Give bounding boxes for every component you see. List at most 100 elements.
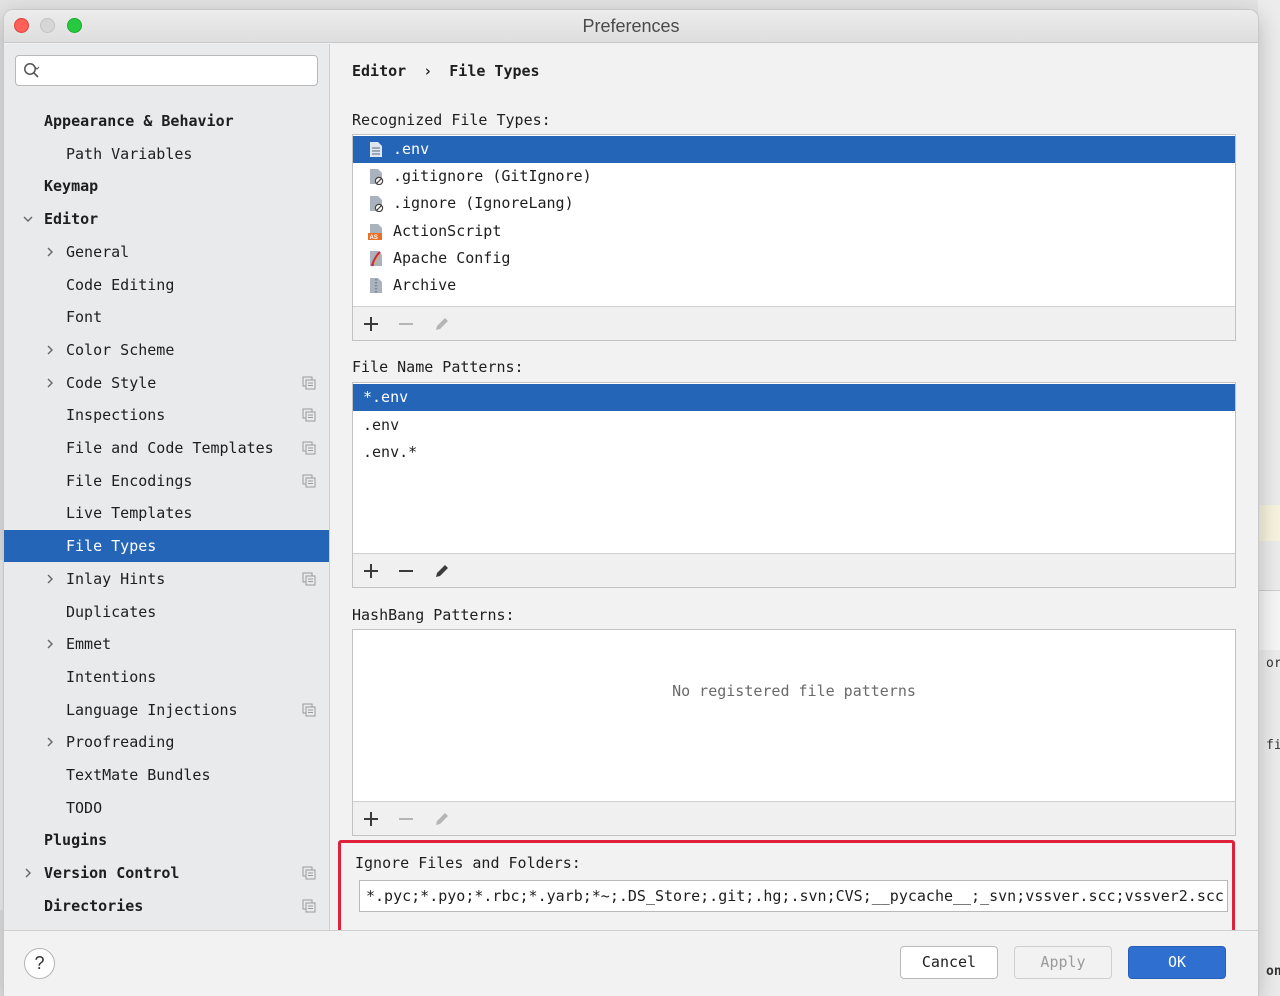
ignore-files-input[interactable]: *.pyc;*.pyo;*.rbc;*.yarb;*~;.DS_Store;.g… — [359, 880, 1228, 912]
sidebar-item[interactable]: Proofreading — [4, 726, 329, 758]
sidebar-item-label: Build, Execution, Deployment — [44, 923, 297, 930]
sidebar-item[interactable]: Intentions — [4, 661, 329, 693]
sidebar-item[interactable]: TODO — [4, 792, 329, 824]
file-type-row[interactable]: Archive — [353, 272, 1235, 299]
chevron-down-icon[interactable] — [22, 213, 34, 225]
background-window-edge: ore fi onT — [1258, 0, 1280, 996]
file-pattern-row[interactable]: .env — [353, 412, 1235, 439]
sidebar-item[interactable]: Build, Execution, Deployment — [4, 923, 329, 930]
apply-button[interactable]: Apply — [1014, 946, 1112, 979]
hashbang-patterns-panel: No registered file patterns — [352, 629, 1236, 836]
sidebar-item[interactable]: Directories — [4, 890, 329, 922]
apache-config-icon — [370, 251, 382, 267]
file-type-name: .ignore (IgnoreLang) — [393, 194, 574, 212]
file-pattern-row[interactable]: *.env — [353, 384, 1235, 411]
file-type-row[interactable]: .gitignore (GitIgnore) — [353, 163, 1235, 190]
sidebar-item[interactable]: Path Variables — [4, 138, 329, 170]
file-type-row[interactable]: AS ActionScript — [353, 218, 1235, 245]
file-type-name: ActionScript — [393, 222, 502, 240]
hashbang-toolbar — [353, 801, 1235, 835]
sidebar-item[interactable]: Appearance & Behavior — [4, 105, 329, 137]
sidebar-item[interactable]: File Types — [4, 530, 329, 562]
project-settings-icon — [302, 572, 316, 586]
sidebar-item[interactable]: Font — [4, 301, 329, 333]
sidebar-item-label: File Types — [66, 537, 157, 555]
sidebar-item-label: Duplicates — [66, 603, 157, 621]
sidebar-item-label: Intentions — [66, 668, 157, 686]
file-type-row[interactable]: Apache Config — [353, 245, 1235, 272]
file-type-name: Apache Config — [393, 249, 511, 267]
add-icon[interactable] — [361, 809, 381, 829]
file-pattern-row[interactable]: .env.* — [353, 439, 1235, 466]
sidebar-item[interactable]: Editor — [4, 203, 329, 235]
ok-button[interactable]: OK — [1128, 946, 1226, 979]
ignore-file-icon — [370, 196, 384, 212]
sidebar-item[interactable]: Language Injections — [4, 694, 329, 726]
settings-sidebar: Appearance & Behavior Path Variables Keyma… — [4, 44, 330, 930]
recognized-toolbar — [353, 306, 1235, 340]
sidebar-item[interactable]: Plugins — [4, 824, 329, 856]
edit-icon[interactable] — [432, 561, 452, 581]
chevron-right-icon[interactable] — [44, 573, 56, 585]
recognized-file-types-panel: .env .gitignore (GitIgnore) .ignore (Ignor… — [352, 134, 1236, 341]
background-text: ore — [1266, 656, 1280, 671]
add-icon[interactable] — [361, 314, 381, 334]
breadcrumb-current: File Types — [449, 62, 540, 80]
background-highlight-stripe — [1258, 505, 1280, 541]
sidebar-item[interactable]: File and Code Templates — [4, 432, 329, 464]
sidebar-item[interactable]: File Encodings — [4, 465, 329, 497]
help-button[interactable]: ? — [24, 948, 55, 979]
project-settings-icon — [302, 474, 316, 488]
sidebar-item[interactable]: Version Control — [4, 857, 329, 889]
empty-list-text: No registered file patterns — [672, 682, 916, 700]
sidebar-item[interactable]: Inlay Hints — [4, 563, 329, 595]
breadcrumb-parent[interactable]: Editor — [352, 62, 406, 80]
sidebar-item[interactable]: Color Scheme — [4, 334, 329, 366]
sidebar-item[interactable]: Code Editing — [4, 269, 329, 301]
sidebar-item-label: File Encodings — [66, 472, 193, 490]
file-type-row[interactable]: .ignore (IgnoreLang) — [353, 190, 1235, 217]
chevron-right-icon[interactable] — [44, 246, 56, 258]
window-title: Preferences — [582, 16, 680, 36]
file-type-row[interactable]: .env — [353, 136, 1235, 163]
sidebar-item[interactable]: Keymap — [4, 170, 329, 202]
remove-icon[interactable] — [396, 561, 416, 581]
sidebar-item[interactable]: General — [4, 236, 329, 268]
sidebar-item-label: Code Style — [66, 374, 157, 392]
sidebar-item-label: Inspections — [66, 406, 166, 424]
file-name-patterns-label: File Name Patterns: — [352, 358, 524, 376]
sidebar-item-label: Path Variables — [66, 145, 193, 163]
add-icon[interactable] — [361, 561, 381, 581]
chevron-right-icon[interactable] — [44, 377, 56, 389]
hashbang-patterns-label: HashBang Patterns: — [352, 606, 515, 624]
ignore-files-highlight: Ignore Files and Folders: *.pyc;*.pyo;*.… — [338, 840, 1235, 933]
background-panel-stripe — [1258, 590, 1280, 650]
remove-icon[interactable] — [396, 809, 416, 829]
sidebar-item-label: TextMate Bundles — [66, 766, 211, 784]
sidebar-item[interactable]: TextMate Bundles — [4, 759, 329, 791]
file-type-name: Archive — [393, 276, 457, 294]
breadcrumb: Editor › File Types — [352, 62, 540, 80]
edit-icon[interactable] — [432, 314, 452, 334]
cancel-button[interactable]: Cancel — [900, 946, 998, 979]
edit-icon[interactable] — [432, 809, 452, 829]
sidebar-item[interactable]: Live Templates — [4, 497, 329, 529]
search-icon — [24, 63, 40, 78]
title-bar[interactable]: Preferences — [4, 10, 1258, 43]
chevron-right-icon[interactable] — [44, 736, 56, 748]
remove-icon[interactable] — [396, 314, 416, 334]
sidebar-item[interactable]: Inspections — [4, 399, 329, 431]
dialog-footer: ? Cancel Apply OK — [4, 930, 1258, 996]
sidebar-item-label: File and Code Templates — [66, 439, 274, 457]
chevron-right-icon[interactable] — [44, 638, 56, 650]
file-types-page: Editor › File Types Recognized File Type… — [334, 44, 1258, 933]
settings-search-input[interactable] — [15, 55, 318, 86]
actionscript-file-icon: AS — [368, 224, 382, 240]
sidebar-item-label: Code Editing — [66, 276, 175, 294]
sidebar-item[interactable]: Duplicates — [4, 596, 329, 628]
svg-text:AS: AS — [370, 235, 378, 240]
chevron-right-icon[interactable] — [22, 867, 34, 879]
sidebar-item[interactable]: Emmet — [4, 628, 329, 660]
chevron-right-icon[interactable] — [44, 344, 56, 356]
sidebar-item[interactable]: Code Style — [4, 367, 329, 399]
